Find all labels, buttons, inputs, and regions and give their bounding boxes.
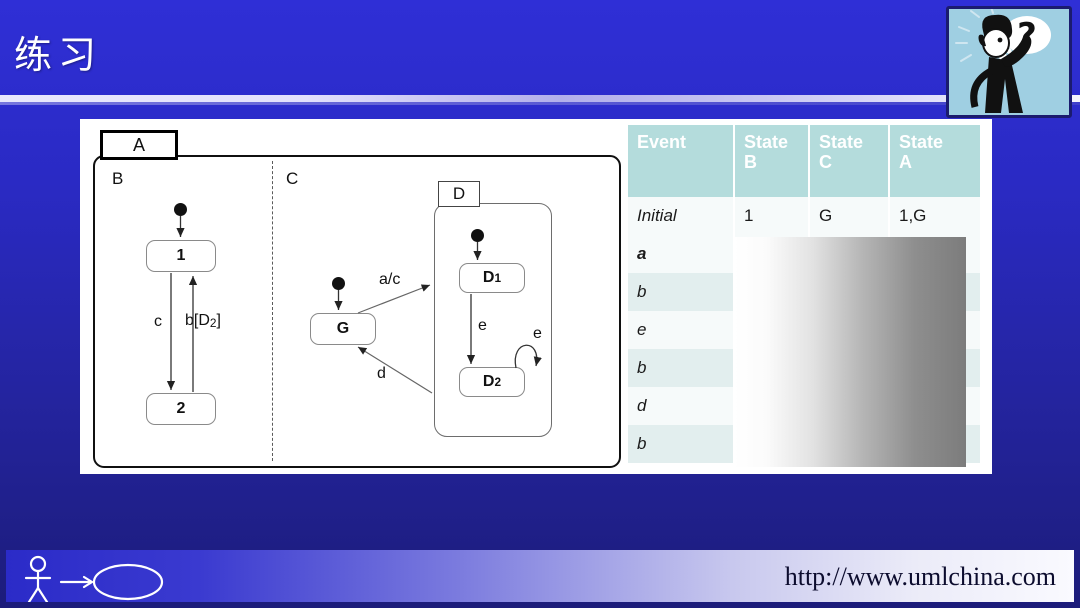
cell-event: d bbox=[628, 387, 735, 425]
cell-state-a bbox=[889, 387, 980, 425]
column-header-state-b: State B bbox=[734, 125, 810, 197]
cell-state-c bbox=[809, 387, 890, 425]
content-panel: A B C 1 2 c b[D2] G D D1 D2 a/c d e e Ev… bbox=[80, 119, 992, 474]
cell-state-c bbox=[809, 349, 890, 387]
state-machine-diagram: A B C 1 2 c b[D2] G D D1 D2 a/c d e e bbox=[86, 125, 622, 469]
column-header-state-a-l2: A bbox=[899, 152, 912, 172]
column-header-state-b-l2: B bbox=[744, 152, 757, 172]
cell-state-b: 1 bbox=[734, 197, 810, 235]
table-row: d bbox=[628, 387, 980, 425]
cell-state-a bbox=[889, 235, 980, 273]
uml-actor-usecase-icon bbox=[24, 555, 164, 602]
cell-event: a bbox=[628, 235, 735, 273]
state-D-name-tab: D bbox=[438, 181, 480, 207]
cell-state-a bbox=[889, 273, 980, 311]
slide: 练习 ? A bbox=[0, 0, 1080, 608]
thinking-person-icon: ? bbox=[946, 6, 1072, 118]
footer-url[interactable]: http://www.umlchina.com bbox=[785, 562, 1056, 592]
table-row: Initial 1 G 1,G bbox=[628, 197, 980, 235]
column-header-state-a: State A bbox=[889, 125, 980, 197]
table-row: a bbox=[628, 235, 980, 273]
cell-state-a bbox=[889, 349, 980, 387]
cell-state-c: G bbox=[809, 197, 890, 235]
table-row: b bbox=[628, 425, 980, 463]
cell-state-c bbox=[809, 425, 890, 463]
cell-state-b bbox=[734, 311, 810, 349]
title-divider bbox=[0, 95, 1080, 102]
column-header-state-c-l1: State bbox=[819, 132, 864, 152]
column-header-state-b-l1: State bbox=[744, 132, 789, 152]
column-header-state-c: State C bbox=[809, 125, 890, 197]
cell-state-b bbox=[734, 425, 810, 463]
cell-state-b bbox=[734, 387, 810, 425]
cell-state-b bbox=[734, 349, 810, 387]
column-header-event-l1: Event bbox=[637, 132, 687, 152]
cell-state-b bbox=[734, 273, 810, 311]
cell-event: b bbox=[628, 273, 735, 311]
state-A-name-tab: A bbox=[100, 130, 178, 160]
trace-table-wrapper: Event State B State C State A Initial 1 … bbox=[628, 125, 986, 469]
cell-state-a bbox=[889, 425, 980, 463]
table-row: e bbox=[628, 311, 980, 349]
cell-event: Initial bbox=[628, 197, 735, 235]
cell-event: e bbox=[628, 311, 735, 349]
title-divider-shadow bbox=[0, 102, 1080, 105]
table-row: b bbox=[628, 273, 980, 311]
table-row: b bbox=[628, 349, 980, 387]
table-header-row: Event State B State C State A bbox=[628, 125, 980, 197]
cell-state-a: 1,G bbox=[889, 197, 980, 235]
column-header-state-a-l1: State bbox=[899, 132, 944, 152]
column-header-state-c-l2: C bbox=[819, 152, 832, 172]
cell-state-b bbox=[734, 235, 810, 273]
cell-event: b bbox=[628, 349, 735, 387]
diagram-arrows bbox=[166, 216, 542, 394]
cell-state-c bbox=[809, 311, 890, 349]
cell-state-a bbox=[889, 311, 980, 349]
page-title: 练习 bbox=[14, 33, 103, 77]
cell-state-c bbox=[809, 235, 890, 273]
cell-event: b bbox=[628, 425, 735, 463]
footer-bar: http://www.umlchina.com bbox=[6, 550, 1074, 602]
trace-table: Event State B State C State A Initial 1 … bbox=[628, 125, 980, 463]
cell-state-c bbox=[809, 273, 890, 311]
column-header-event: Event bbox=[628, 125, 735, 197]
